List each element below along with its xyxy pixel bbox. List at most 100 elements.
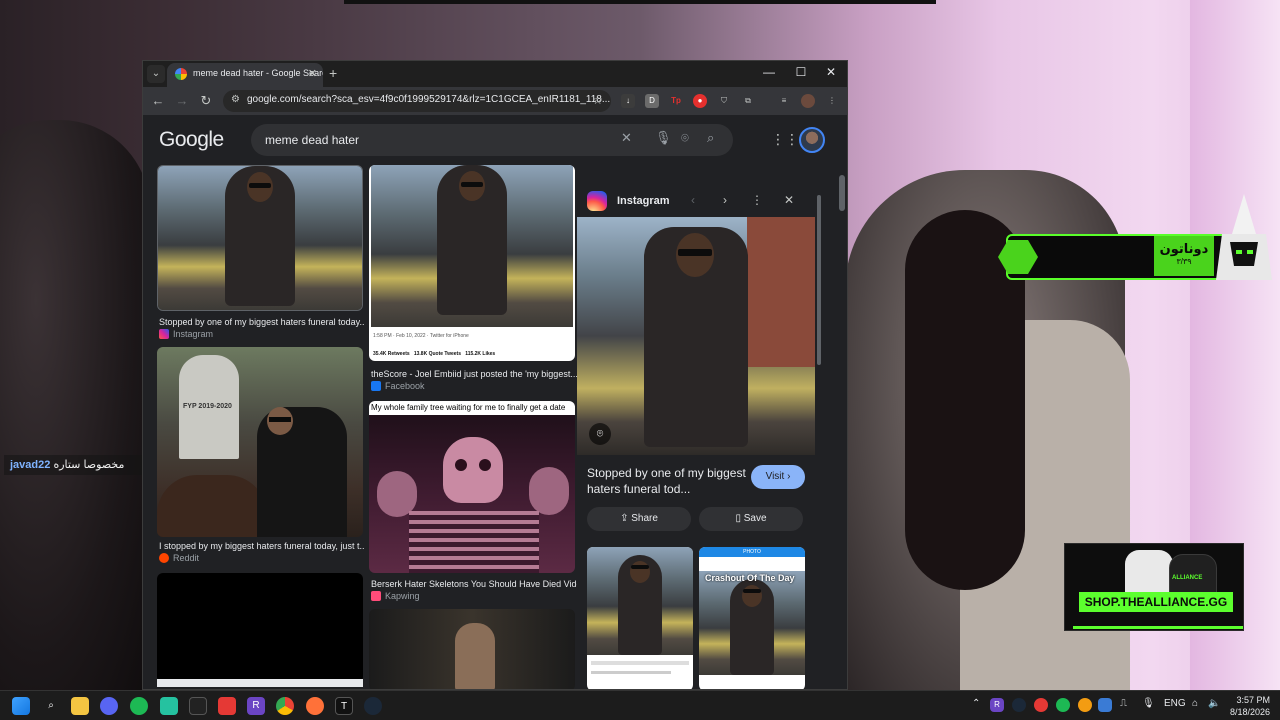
preview-title[interactable]: Stopped by one of my biggest haters fune… xyxy=(587,465,747,497)
minimize-button[interactable]: — xyxy=(759,65,779,79)
site-info-icon[interactable]: ⚙ xyxy=(231,94,240,105)
bookmark-star-icon[interactable]: ☆ xyxy=(592,93,603,107)
chrome-icon[interactable] xyxy=(276,697,294,715)
result-image[interactable] xyxy=(157,165,363,311)
reload-icon[interactable]: ↻ xyxy=(197,93,215,109)
result-image[interactable]: 1:58 PM · Feb 10, 2022 · Twitter for iPh… xyxy=(369,165,575,361)
red-app-icon[interactable] xyxy=(218,697,236,715)
microphone-icon[interactable]: 🎙 xyxy=(655,130,672,146)
file-explorer-icon[interactable] xyxy=(71,697,89,715)
search-results-page: Google meme dead hater ✕ 🎙 ⌾ ⌕ ⋮⋮ Stoppe… xyxy=(143,115,847,689)
thumb-header: PHOTO xyxy=(699,547,805,557)
forward-arrow-icon[interactable]: → xyxy=(173,93,191,108)
google-apps-icon[interactable]: ⋮⋮ xyxy=(771,131,799,148)
result-image[interactable] xyxy=(369,609,575,689)
shop-underline xyxy=(1073,626,1243,629)
firefox-icon[interactable] xyxy=(306,697,324,715)
camera-lens-icon[interactable]: ⌾ xyxy=(681,130,689,146)
result-source: Instagram xyxy=(159,329,213,339)
close-window-button[interactable]: ✕ xyxy=(821,65,841,79)
tray-r-icon[interactable]: R xyxy=(990,698,1004,712)
result-card[interactable]: My whole family tree waiting for me to f… xyxy=(369,401,577,601)
extension-d-icon[interactable]: D xyxy=(645,94,659,108)
result-card[interactable] xyxy=(369,609,577,689)
tray-steam-icon[interactable] xyxy=(1012,698,1026,712)
image-preview-panel: Instagram ‹ › ⋮ ✕ ⌾ Stopped by one of my… xyxy=(577,183,823,689)
result-card[interactable]: 1:58 PM · Feb 10, 2022 · Twitter for iPh… xyxy=(369,165,577,391)
visit-button[interactable]: Visit › xyxy=(751,465,805,489)
extension-shield-icon[interactable]: ⛉ xyxy=(717,94,731,108)
google-logo[interactable]: Google xyxy=(159,128,224,152)
save-button[interactable]: ▯ Save xyxy=(699,507,803,531)
shop-widget: ALLIANCE SHOP.THEALLIANCE.GG xyxy=(1064,543,1244,631)
search-icon[interactable]: ⌕ xyxy=(707,130,714,146)
teal-app-icon[interactable] xyxy=(160,697,178,715)
skeleton-icon xyxy=(443,437,503,503)
back-arrow-icon[interactable]: ← xyxy=(149,93,167,108)
panel-source-name[interactable]: Instagram xyxy=(617,195,670,207)
result-card[interactable]: FYP 2019-2020 I stopped by my biggest ha… xyxy=(157,347,365,563)
clear-icon[interactable]: ✕ xyxy=(621,130,632,146)
search-icon[interactable]: ⌕ xyxy=(42,697,60,715)
r-app-icon[interactable]: R xyxy=(247,697,265,715)
system-clock[interactable]: 3:57 PM 8/18/2026 xyxy=(1226,694,1270,718)
skeleton-icon xyxy=(529,467,569,515)
tab-search-chevron-icon[interactable]: ⌄ xyxy=(147,65,165,83)
account-avatar[interactable] xyxy=(799,127,825,153)
windows-start-icon[interactable] xyxy=(12,697,30,715)
volume-icon[interactable]: 🔈 xyxy=(1208,698,1220,709)
tab-google-search[interactable]: meme dead hater - Google Search ✕ xyxy=(167,63,323,87)
spotify-icon[interactable] xyxy=(130,697,148,715)
preview-image[interactable] xyxy=(577,217,815,455)
search-input[interactable]: meme dead hater ✕ 🎙 ⌾ ⌕ xyxy=(251,124,733,156)
related-thumbnail[interactable] xyxy=(587,547,693,689)
obs-icon[interactable] xyxy=(189,697,207,715)
google-lens-icon[interactable]: ⌾ xyxy=(589,423,611,445)
previous-chevron-icon[interactable]: ‹ xyxy=(685,193,701,207)
language-indicator[interactable]: ENG xyxy=(1164,698,1186,709)
network-icon[interactable]: ⌂ xyxy=(1192,698,1198,709)
tray-mic-icon[interactable]: 🎙 xyxy=(1142,698,1155,709)
media-control-icon[interactable]: ≡ xyxy=(777,94,791,108)
maximize-button[interactable]: ☐ xyxy=(791,65,811,79)
chat-username: javad22 xyxy=(10,459,51,471)
more-options-icon[interactable]: ⋮ xyxy=(749,193,765,207)
extensions-puzzle-icon[interactable]: ⧉ xyxy=(741,94,755,108)
page-scrollbar[interactable] xyxy=(839,175,845,211)
close-panel-icon[interactable]: ✕ xyxy=(781,193,797,207)
tab-close-icon[interactable]: ✕ xyxy=(308,67,317,80)
new-tab-button[interactable]: + xyxy=(329,65,337,81)
tray-orange-icon[interactable] xyxy=(1078,698,1092,712)
browser-menu-icon[interactable]: ⋮ xyxy=(825,94,839,108)
extension-download-icon[interactable]: ↓ xyxy=(621,94,635,108)
related-thumbnail[interactable]: PHOTO Crashout Of The Day xyxy=(699,547,805,689)
tray-usb-icon[interactable]: ⎍ xyxy=(1120,698,1127,709)
text-app-icon[interactable]: T xyxy=(335,697,353,715)
result-image[interactable]: FYP 2019-2020 xyxy=(157,347,363,537)
result-caption[interactable]: Berserk Hater Skeletons You Should Have … xyxy=(371,579,577,589)
result-caption[interactable]: theScore - Joel Embiid just posted the '… xyxy=(371,369,577,379)
result-caption[interactable]: Stopped by one of my biggest haters fune… xyxy=(159,317,365,327)
result-source: Reddit xyxy=(159,553,199,563)
share-button[interactable]: ⇪ Share xyxy=(587,507,691,531)
tray-expand-icon[interactable]: ⌃ xyxy=(972,698,980,709)
hoodie-text: ALLIANCE xyxy=(1172,575,1203,581)
next-chevron-icon[interactable]: › xyxy=(717,193,733,207)
steam-icon[interactable] xyxy=(364,697,382,715)
tweet-date: 1:58 PM · Feb 10, 2022 · Twitter for iPh… xyxy=(373,333,469,339)
profile-avatar-icon[interactable] xyxy=(801,94,815,108)
extension-tp-icon[interactable]: Tp xyxy=(669,94,683,108)
tray-red-icon[interactable] xyxy=(1034,698,1048,712)
tray-settings-icon[interactable] xyxy=(1098,698,1112,712)
address-bar[interactable]: ⚙ google.com/search?sca_esv=4f9c0f199952… xyxy=(223,90,611,112)
extension-red-icon[interactable]: ● xyxy=(693,94,707,108)
result-card[interactable]: Stopped by one of my biggest haters fune… xyxy=(157,165,365,343)
result-image-black[interactable] xyxy=(157,573,363,683)
discord-icon[interactable] xyxy=(100,697,118,715)
grave-dirt xyxy=(157,475,267,537)
result-image[interactable]: My whole family tree waiting for me to f… xyxy=(369,401,575,573)
result-card[interactable] xyxy=(157,573,365,687)
panel-scrollbar[interactable] xyxy=(817,195,821,365)
result-caption[interactable]: I stopped by my biggest haters funeral t… xyxy=(159,541,365,551)
tray-spotify-icon[interactable] xyxy=(1056,698,1070,712)
